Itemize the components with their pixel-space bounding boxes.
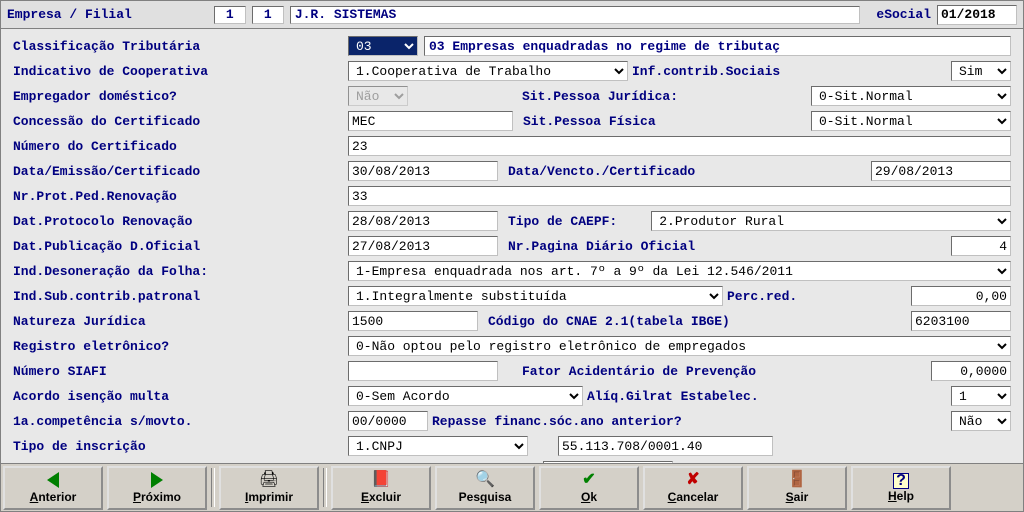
label-fap: Fator Acidentário de Prevenção — [518, 364, 760, 379]
dat-pub-input[interactable] — [348, 236, 498, 256]
label-reg-eletr: Registro eletrônico? — [13, 339, 348, 354]
label-ind-sub: Ind.Sub.contrib.patronal — [13, 289, 348, 304]
label-aliq-gilrat: Alíq.Gilrat Estabelec. — [583, 389, 763, 404]
label-sit-pf: Sit.Pessoa Física — [519, 114, 660, 129]
label-perc-red: Perc.red. — [723, 289, 801, 304]
label-repasse: Repasse financ.sóc.ano anterior? — [428, 414, 686, 429]
exit-icon: 🚪 — [787, 472, 807, 490]
perc-red-input[interactable] — [911, 286, 1011, 306]
label-nr-prot: Nr.Prot.Ped.Renovação — [13, 189, 348, 204]
search-icon: 🔍 — [475, 472, 495, 490]
label-data-emissao: Data/Emissão/Certificado — [13, 164, 348, 179]
data-venc-input[interactable] — [871, 161, 1011, 181]
label-comp-1a: 1a.competência s/movto. — [13, 414, 348, 429]
nat-jur-input[interactable] — [348, 311, 478, 331]
inf-contrib-select[interactable]: Sim — [951, 61, 1011, 81]
sit-pj-select[interactable]: 0-Sit.Normal — [811, 86, 1011, 106]
dat-prot-input[interactable] — [348, 211, 498, 231]
label-acordo: Acordo isenção multa — [13, 389, 348, 404]
num-cert-input[interactable] — [348, 136, 1011, 156]
ind-sub-select[interactable]: 1.Integralmente substituída — [348, 286, 723, 306]
reg-eletr-select[interactable]: 0-Não optou pelo registro eletrônico de … — [348, 336, 1011, 356]
toolbar: Anterior Próximo 🖨 Imprimir 📕 Excluir 🔍 … — [1, 463, 1023, 511]
excluir-button[interactable]: 📕 Excluir — [331, 466, 431, 510]
empresa-label: Empresa / Filial — [7, 7, 132, 22]
fap-input[interactable] — [931, 361, 1011, 381]
check-icon: ✔ — [582, 472, 595, 490]
ind-deson-select[interactable]: 1-Empresa enquadrada nos art. 7º a 9º da… — [348, 261, 1011, 281]
help-icon: ? — [893, 473, 909, 489]
label-dat-pub: Dat.Publicação D.Oficial — [13, 239, 348, 254]
label-nat-jur: Natureza Jurídica — [13, 314, 348, 329]
label-ind-deson: Ind.Desoneração da Folha: — [13, 264, 348, 279]
printer-icon: 🖨 — [259, 472, 279, 490]
tipo-caepf-select[interactable]: 2.Produtor Rural — [651, 211, 1011, 231]
repasse-select[interactable]: Não — [951, 411, 1011, 431]
arrow-left-icon — [47, 472, 59, 490]
label-cnae: Código do CNAE 2.1(tabela IBGE) — [484, 314, 734, 329]
x-icon: ✘ — [686, 472, 699, 490]
sit-pf-select[interactable]: 0-Sit.Normal — [811, 111, 1011, 131]
nr-pagina-input[interactable] — [951, 236, 1011, 256]
label-conc-cert: Concessão do Certificado — [13, 114, 348, 129]
aliq-gilrat-select[interactable]: 1 — [951, 386, 1011, 406]
help-button[interactable]: ? Help — [851, 466, 951, 510]
tipo-insc-select[interactable]: 1.CNPJ — [348, 436, 528, 456]
class-trib-desc: 03 Empresas enquadradas no regime de tri… — [424, 36, 1011, 56]
label-inf-contrib: Inf.contrib.Sociais — [628, 64, 784, 79]
label-num-cert: Número do Certificado — [13, 139, 348, 154]
tipo-insc-num[interactable] — [558, 436, 773, 456]
conc-cert-input[interactable] — [348, 111, 513, 131]
pesquisa-button[interactable]: 🔍 Pesquisa — [435, 466, 535, 510]
empr-dom-select: Não — [348, 86, 408, 106]
arrow-right-icon — [151, 472, 163, 490]
empresa-code1[interactable] — [214, 6, 246, 24]
label-empr-dom: Empregador doméstico? — [13, 89, 348, 104]
class-trib-code[interactable]: 03 — [348, 36, 418, 56]
imprimir-button[interactable]: 🖨 Imprimir — [219, 466, 319, 510]
proximo-button[interactable]: Próximo — [107, 466, 207, 510]
ind-coop-select[interactable]: 1.Cooperativa de Trabalho — [348, 61, 628, 81]
header-bar: Empresa / Filial eSocial — [1, 1, 1023, 29]
comp-1a-input[interactable] — [348, 411, 428, 431]
nr-prot-input[interactable] — [348, 186, 1011, 206]
acordo-select[interactable]: 0-Sem Acordo — [348, 386, 583, 406]
ok-button[interactable]: ✔ Ok — [539, 466, 639, 510]
sair-button[interactable]: 🚪 Sair — [747, 466, 847, 510]
label-dat-prot: Dat.Protocolo Renovação — [13, 214, 348, 229]
label-nr-pagina: Nr.Pagina Diário Oficial — [504, 239, 699, 254]
label-sit-pj: Sit.Pessoa Jurídica: — [518, 89, 682, 104]
anterior-button[interactable]: Anterior — [3, 466, 103, 510]
label-tipo-caepf: Tipo de CAEPF: — [504, 214, 621, 229]
num-siafi-input[interactable] — [348, 361, 498, 381]
esocial-label: eSocial — [876, 7, 931, 22]
label-ind-coop: Indicativo de Cooperativa — [13, 64, 348, 79]
cancelar-button[interactable]: ✘ Cancelar — [643, 466, 743, 510]
esocial-period[interactable] — [937, 5, 1017, 25]
label-num-siafi: Número SIAFI — [13, 364, 348, 379]
data-emissao-input[interactable] — [348, 161, 498, 181]
empresa-name[interactable] — [290, 6, 861, 24]
label-class-trib: Classificação Tributária — [13, 39, 348, 54]
cnae-input[interactable] — [911, 311, 1011, 331]
book-x-icon: 📕 — [371, 472, 391, 490]
label-tipo-insc: Tipo de inscrição — [13, 439, 348, 454]
label-data-venc: Data/Vencto./Certificado — [504, 164, 699, 179]
empresa-code2[interactable] — [252, 6, 284, 24]
